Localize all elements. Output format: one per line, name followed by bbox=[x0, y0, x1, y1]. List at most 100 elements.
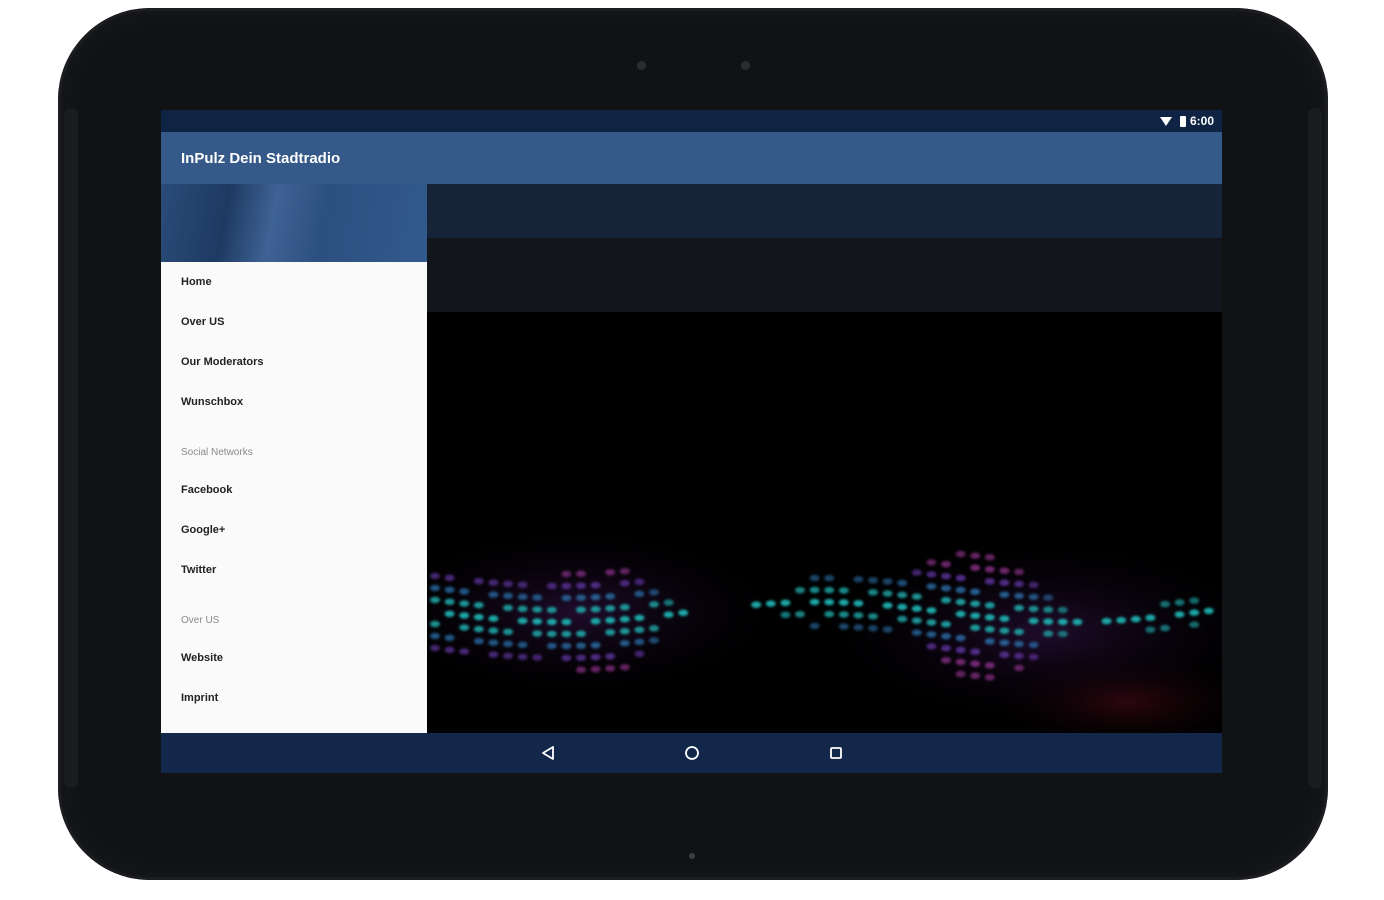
equalizer-dot bbox=[911, 617, 922, 624]
drawer-item-google-plus[interactable]: Google+ bbox=[161, 510, 427, 550]
equalizer-dot bbox=[999, 639, 1010, 646]
back-button[interactable] bbox=[536, 741, 560, 765]
equalizer-dot bbox=[1043, 618, 1054, 625]
home-button[interactable] bbox=[680, 741, 704, 765]
equalizer-dot bbox=[619, 604, 630, 611]
equalizer-dot bbox=[926, 619, 937, 626]
equalizer-dot bbox=[634, 638, 645, 645]
equalizer-dot bbox=[649, 637, 659, 644]
equalizer-dot bbox=[1014, 604, 1024, 612]
drawer-item-twitter[interactable]: Twitter bbox=[161, 550, 427, 590]
equalizer-dot bbox=[488, 639, 499, 646]
recents-button[interactable] bbox=[824, 741, 848, 765]
equalizer-dot bbox=[459, 588, 470, 595]
equalizer-dot bbox=[532, 630, 543, 637]
equalizer-dot bbox=[1028, 581, 1039, 589]
equalizer-dot bbox=[444, 574, 455, 581]
equalizer-dot bbox=[590, 618, 601, 625]
equalizer-dot bbox=[984, 674, 995, 681]
equalizer-dot bbox=[663, 599, 674, 606]
equalizer-dot bbox=[1116, 617, 1127, 624]
equalizer-dot bbox=[1145, 626, 1156, 633]
equalizer-dot bbox=[1174, 599, 1185, 606]
equalizer-dot bbox=[853, 600, 864, 607]
equalizer-dot bbox=[546, 618, 557, 626]
equalizer-dot bbox=[1057, 630, 1068, 638]
equalizer-dot bbox=[984, 614, 995, 621]
equalizer-dot bbox=[970, 660, 981, 667]
equalizer-dot bbox=[576, 642, 586, 649]
equalizer-dot bbox=[590, 666, 601, 673]
equalizer-dot bbox=[430, 596, 440, 604]
equalizer-dot bbox=[868, 577, 878, 584]
equalizer-dot bbox=[984, 638, 995, 645]
equalizer-dot bbox=[561, 582, 572, 590]
equalizer-dot bbox=[824, 574, 835, 582]
equalizer-dot bbox=[882, 626, 893, 633]
equalizer-dot bbox=[532, 594, 543, 601]
equalizer-dot bbox=[1130, 615, 1141, 623]
equalizer-dot bbox=[824, 610, 835, 618]
equalizer-dot bbox=[546, 630, 557, 638]
equalizer-dot bbox=[1043, 594, 1054, 601]
device-screen: 6:00 InPulz Dein Stadtradio Home Over US… bbox=[161, 110, 1222, 773]
equalizer-dot bbox=[970, 552, 981, 559]
equalizer-dot bbox=[619, 568, 630, 575]
equalizer-dot bbox=[649, 589, 659, 596]
drawer-item-wunschbox[interactable]: Wunschbox bbox=[161, 382, 427, 422]
drawer-item-facebook[interactable]: Facebook bbox=[161, 470, 427, 510]
equalizer-dot bbox=[473, 637, 484, 645]
equalizer-dot bbox=[970, 600, 981, 607]
equalizer-dot bbox=[561, 594, 572, 602]
equalizer-dot bbox=[605, 665, 616, 672]
equalizer-dot bbox=[503, 604, 513, 611]
drawer-item-our-moderators[interactable]: Our Moderators bbox=[161, 342, 427, 382]
equalizer-dot bbox=[546, 582, 557, 590]
drawer-subheader-about: Over US bbox=[181, 615, 220, 626]
equalizer-dot bbox=[970, 624, 981, 631]
equalizer-dot bbox=[911, 629, 922, 636]
equalizer-dot bbox=[1160, 600, 1170, 608]
equalizer-dot bbox=[809, 598, 820, 606]
equalizer-dot bbox=[634, 626, 645, 633]
equalizer-dot bbox=[619, 664, 630, 671]
equalizer-dot bbox=[1101, 617, 1112, 625]
drawer-item-home[interactable]: Home bbox=[161, 262, 427, 302]
equalizer-dot bbox=[911, 569, 922, 576]
equalizer-dot bbox=[590, 582, 601, 589]
back-icon bbox=[541, 746, 554, 760]
drawer-item-website[interactable]: Website bbox=[161, 638, 427, 678]
equalizer-dot bbox=[1160, 624, 1170, 632]
equalizer-dot bbox=[444, 598, 455, 605]
equalizer-dot bbox=[605, 593, 616, 600]
equalizer-dot bbox=[926, 571, 937, 578]
equalizer-dot bbox=[605, 617, 616, 624]
equalizer-dot bbox=[459, 600, 470, 607]
equalizer-dot bbox=[1189, 597, 1200, 604]
equalizer-dot bbox=[824, 586, 835, 594]
drawer-subheader-social: Social Networks bbox=[181, 447, 253, 458]
equalizer-dot bbox=[999, 579, 1010, 586]
equalizer-dot bbox=[1189, 621, 1200, 628]
equalizer-dot bbox=[853, 612, 864, 619]
equalizer-dot bbox=[459, 648, 470, 655]
equalizer-dot bbox=[868, 613, 878, 620]
equalizer-dot bbox=[941, 621, 951, 628]
equalizer-dot bbox=[619, 616, 630, 623]
equalizer-dot bbox=[1028, 641, 1039, 649]
equalizer-dot bbox=[678, 609, 689, 616]
equalizer-dot bbox=[590, 606, 601, 613]
equalizer-dot bbox=[517, 581, 528, 588]
equalizer-dot bbox=[517, 605, 528, 612]
tablet-speaker-left bbox=[64, 108, 78, 788]
equalizer-dot bbox=[1014, 580, 1024, 588]
equalizer-dot bbox=[605, 569, 616, 576]
drawer-item-imprint[interactable]: Imprint bbox=[161, 678, 427, 718]
status-time: 6:00 bbox=[1189, 114, 1214, 128]
equalizer-dot bbox=[1028, 593, 1039, 601]
drawer-item-over-us[interactable]: Over US bbox=[161, 302, 427, 342]
equalizer-dot bbox=[532, 618, 543, 625]
equalizer-dot bbox=[488, 579, 499, 586]
equalizer-dot bbox=[488, 651, 499, 658]
equalizer-dot bbox=[941, 585, 951, 592]
